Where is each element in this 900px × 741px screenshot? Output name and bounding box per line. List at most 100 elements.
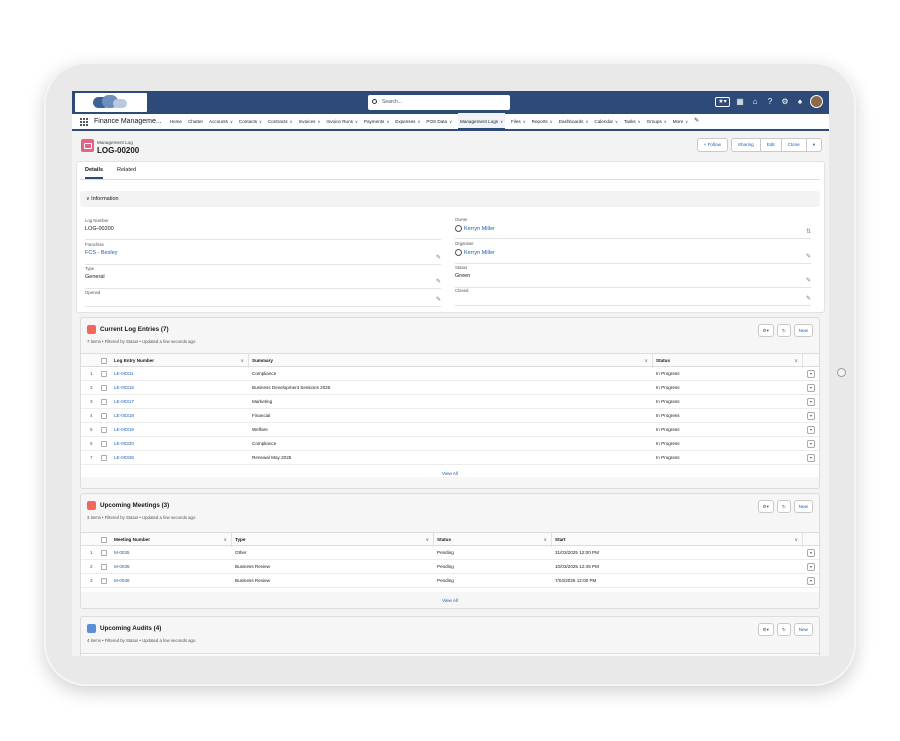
- list-settings-gear-icon[interactable]: ⚙▾: [757, 500, 774, 513]
- nav-item-invoices[interactable]: Invoices ∨: [299, 113, 321, 130]
- select-all-checkbox[interactable]: [101, 537, 107, 543]
- franchise-link[interactable]: FCS - Bexley: [85, 250, 441, 256]
- audits-title[interactable]: Upcoming Audits (4): [100, 625, 161, 632]
- nav-item-calendar[interactable]: Calendar ∨: [594, 113, 618, 130]
- gear-icon[interactable]: ⚙: [780, 97, 790, 107]
- row-checkbox[interactable]: [101, 564, 107, 570]
- favorites-icon[interactable]: ★▾: [715, 96, 730, 107]
- chevron-down-icon[interactable]: ∨: [615, 119, 618, 124]
- meeting-link[interactable]: M-0038: [114, 574, 130, 588]
- trailhead-icon[interactable]: ⌂: [750, 97, 760, 107]
- row-checkbox[interactable]: [101, 427, 107, 433]
- nav-item-management-logs[interactable]: Management Logs ∨: [458, 113, 505, 130]
- meetings-title[interactable]: Upcoming Meetings (3): [100, 502, 169, 509]
- chevron-down-icon[interactable]: ∨: [386, 119, 389, 124]
- log-entry-link[interactable]: LE-00311: [114, 367, 134, 381]
- global-actions-icon[interactable]: ▦: [735, 97, 745, 107]
- edit-closed-pencil-icon[interactable]: ✎: [806, 295, 811, 302]
- edit-organiser-pencil-icon[interactable]: ✎: [806, 253, 811, 260]
- chevron-down-icon[interactable]: ∨: [449, 119, 452, 124]
- chevron-down-icon[interactable]: ∨: [685, 119, 688, 124]
- edit-type-pencil-icon[interactable]: ✎: [436, 278, 441, 285]
- log-entry-link[interactable]: LE-00317: [114, 395, 134, 409]
- chevron-down-icon[interactable]: ∨: [259, 119, 262, 124]
- owner-link[interactable]: Kerryn Miller: [464, 226, 495, 232]
- tab-details[interactable]: Details: [85, 167, 104, 179]
- chevron-down-icon[interactable]: ∨: [355, 119, 358, 124]
- nav-item-contacts[interactable]: Contacts ∨: [239, 113, 262, 130]
- nav-item-home[interactable]: Home: [170, 113, 182, 130]
- row-actions-dropdown[interactable]: ▾: [807, 440, 815, 448]
- row-checkbox[interactable]: [101, 399, 107, 405]
- row-actions-dropdown[interactable]: ▾: [807, 398, 815, 406]
- nav-item-dashboards[interactable]: Dashboards ∨: [559, 113, 589, 130]
- more-actions-button[interactable]: ▾: [805, 138, 822, 152]
- tab-related[interactable]: Related: [117, 167, 136, 179]
- nav-item-invoice-runs[interactable]: Invoice Runs ∨: [326, 113, 358, 130]
- nav-item-contracts[interactable]: Contracts ∨: [268, 113, 293, 130]
- sharing-button[interactable]: Sharing: [730, 138, 761, 152]
- nav-item-expenses[interactable]: Expenses ∨: [395, 113, 420, 130]
- column-header-log-entry-number[interactable]: Log Entry Number ∨: [111, 354, 249, 368]
- column-header-status[interactable]: Status ∨: [653, 354, 803, 368]
- edit-status-pencil-icon[interactable]: ✎: [806, 277, 811, 284]
- row-checkbox[interactable]: [101, 550, 107, 556]
- log-entry-link[interactable]: LE-00326: [114, 451, 134, 465]
- select-all-checkbox[interactable]: [101, 358, 107, 364]
- app-launcher-icon[interactable]: [80, 117, 88, 126]
- nav-item-tasks[interactable]: Tasks ∨: [624, 113, 641, 130]
- clone-button[interactable]: Clone: [780, 138, 807, 152]
- chevron-down-icon[interactable]: ∨: [550, 119, 553, 124]
- log-entry-link[interactable]: LE-00319: [114, 423, 134, 437]
- notifications-bell-icon[interactable]: ♠: [795, 97, 805, 107]
- new-log-entry-button[interactable]: New: [793, 324, 813, 337]
- row-actions-dropdown[interactable]: ▾: [807, 454, 815, 462]
- nav-item-groups[interactable]: Groups ∨: [647, 113, 667, 130]
- change-owner-icon[interactable]: ⇅: [806, 228, 811, 235]
- nav-item-payments[interactable]: Payments ∨: [364, 113, 389, 130]
- meetings-view-all-link[interactable]: View All: [81, 598, 819, 603]
- row-checkbox[interactable]: [101, 578, 107, 584]
- nav-item-more[interactable]: More ∨: [673, 113, 688, 130]
- chevron-down-icon[interactable]: ∨: [417, 119, 420, 124]
- log-entries-title[interactable]: Current Log Entries (7): [100, 326, 169, 333]
- row-actions-dropdown[interactable]: ▾: [807, 577, 815, 585]
- list-settings-gear-icon[interactable]: ⚙▾: [757, 623, 774, 636]
- edit-nav-pencil-icon[interactable]: ✎: [694, 113, 699, 130]
- nav-item-chatter[interactable]: Chatter: [188, 113, 203, 130]
- column-header-type[interactable]: Type ∨: [232, 533, 434, 547]
- global-search-input[interactable]: Search...: [368, 95, 510, 110]
- chevron-down-icon[interactable]: ∨: [585, 119, 588, 124]
- refresh-icon[interactable]: ↻: [776, 324, 791, 337]
- row-actions-dropdown[interactable]: ▾: [807, 549, 815, 557]
- chevron-down-icon[interactable]: ∨: [317, 119, 320, 124]
- chevron-down-icon[interactable]: ∨: [523, 119, 526, 124]
- row-actions-dropdown[interactable]: ▾: [807, 384, 815, 392]
- meeting-link[interactable]: M-0035: [114, 546, 130, 560]
- column-header-meeting-number[interactable]: Meeting Number ∨: [111, 533, 232, 547]
- chevron-down-icon[interactable]: ∨: [664, 119, 667, 124]
- log-entry-link[interactable]: LE-00315: [114, 381, 134, 395]
- row-checkbox[interactable]: [101, 371, 107, 377]
- row-checkbox[interactable]: [101, 385, 107, 391]
- log-entry-link[interactable]: LE-00318: [114, 409, 134, 423]
- row-actions-dropdown[interactable]: ▾: [807, 563, 815, 571]
- column-header-status[interactable]: Status ∨: [434, 533, 552, 547]
- list-settings-gear-icon[interactable]: ⚙▾: [757, 324, 774, 337]
- column-header-start[interactable]: Start ∨: [552, 533, 803, 547]
- row-checkbox[interactable]: [101, 413, 107, 419]
- edit-franchise-pencil-icon[interactable]: ✎: [436, 254, 441, 261]
- column-header-summary[interactable]: Summary ∨: [249, 354, 653, 368]
- row-actions-dropdown[interactable]: ▾: [807, 426, 815, 434]
- row-actions-dropdown[interactable]: ▾: [807, 370, 815, 378]
- nav-item-pos-data[interactable]: POS Data ∨: [426, 113, 452, 130]
- information-section-header[interactable]: ∨ Information: [80, 191, 820, 207]
- refresh-icon[interactable]: ↻: [776, 623, 791, 636]
- nav-item-files[interactable]: Files ∨: [511, 113, 526, 130]
- log-entries-view-all-link[interactable]: View All: [81, 471, 819, 476]
- row-actions-dropdown[interactable]: ▾: [807, 412, 815, 420]
- new-meeting-button[interactable]: New: [793, 500, 813, 513]
- log-entry-link[interactable]: LE-00320: [114, 437, 134, 451]
- chevron-down-icon[interactable]: ∨: [500, 119, 503, 124]
- nav-item-reports[interactable]: Reports ∨: [532, 113, 553, 130]
